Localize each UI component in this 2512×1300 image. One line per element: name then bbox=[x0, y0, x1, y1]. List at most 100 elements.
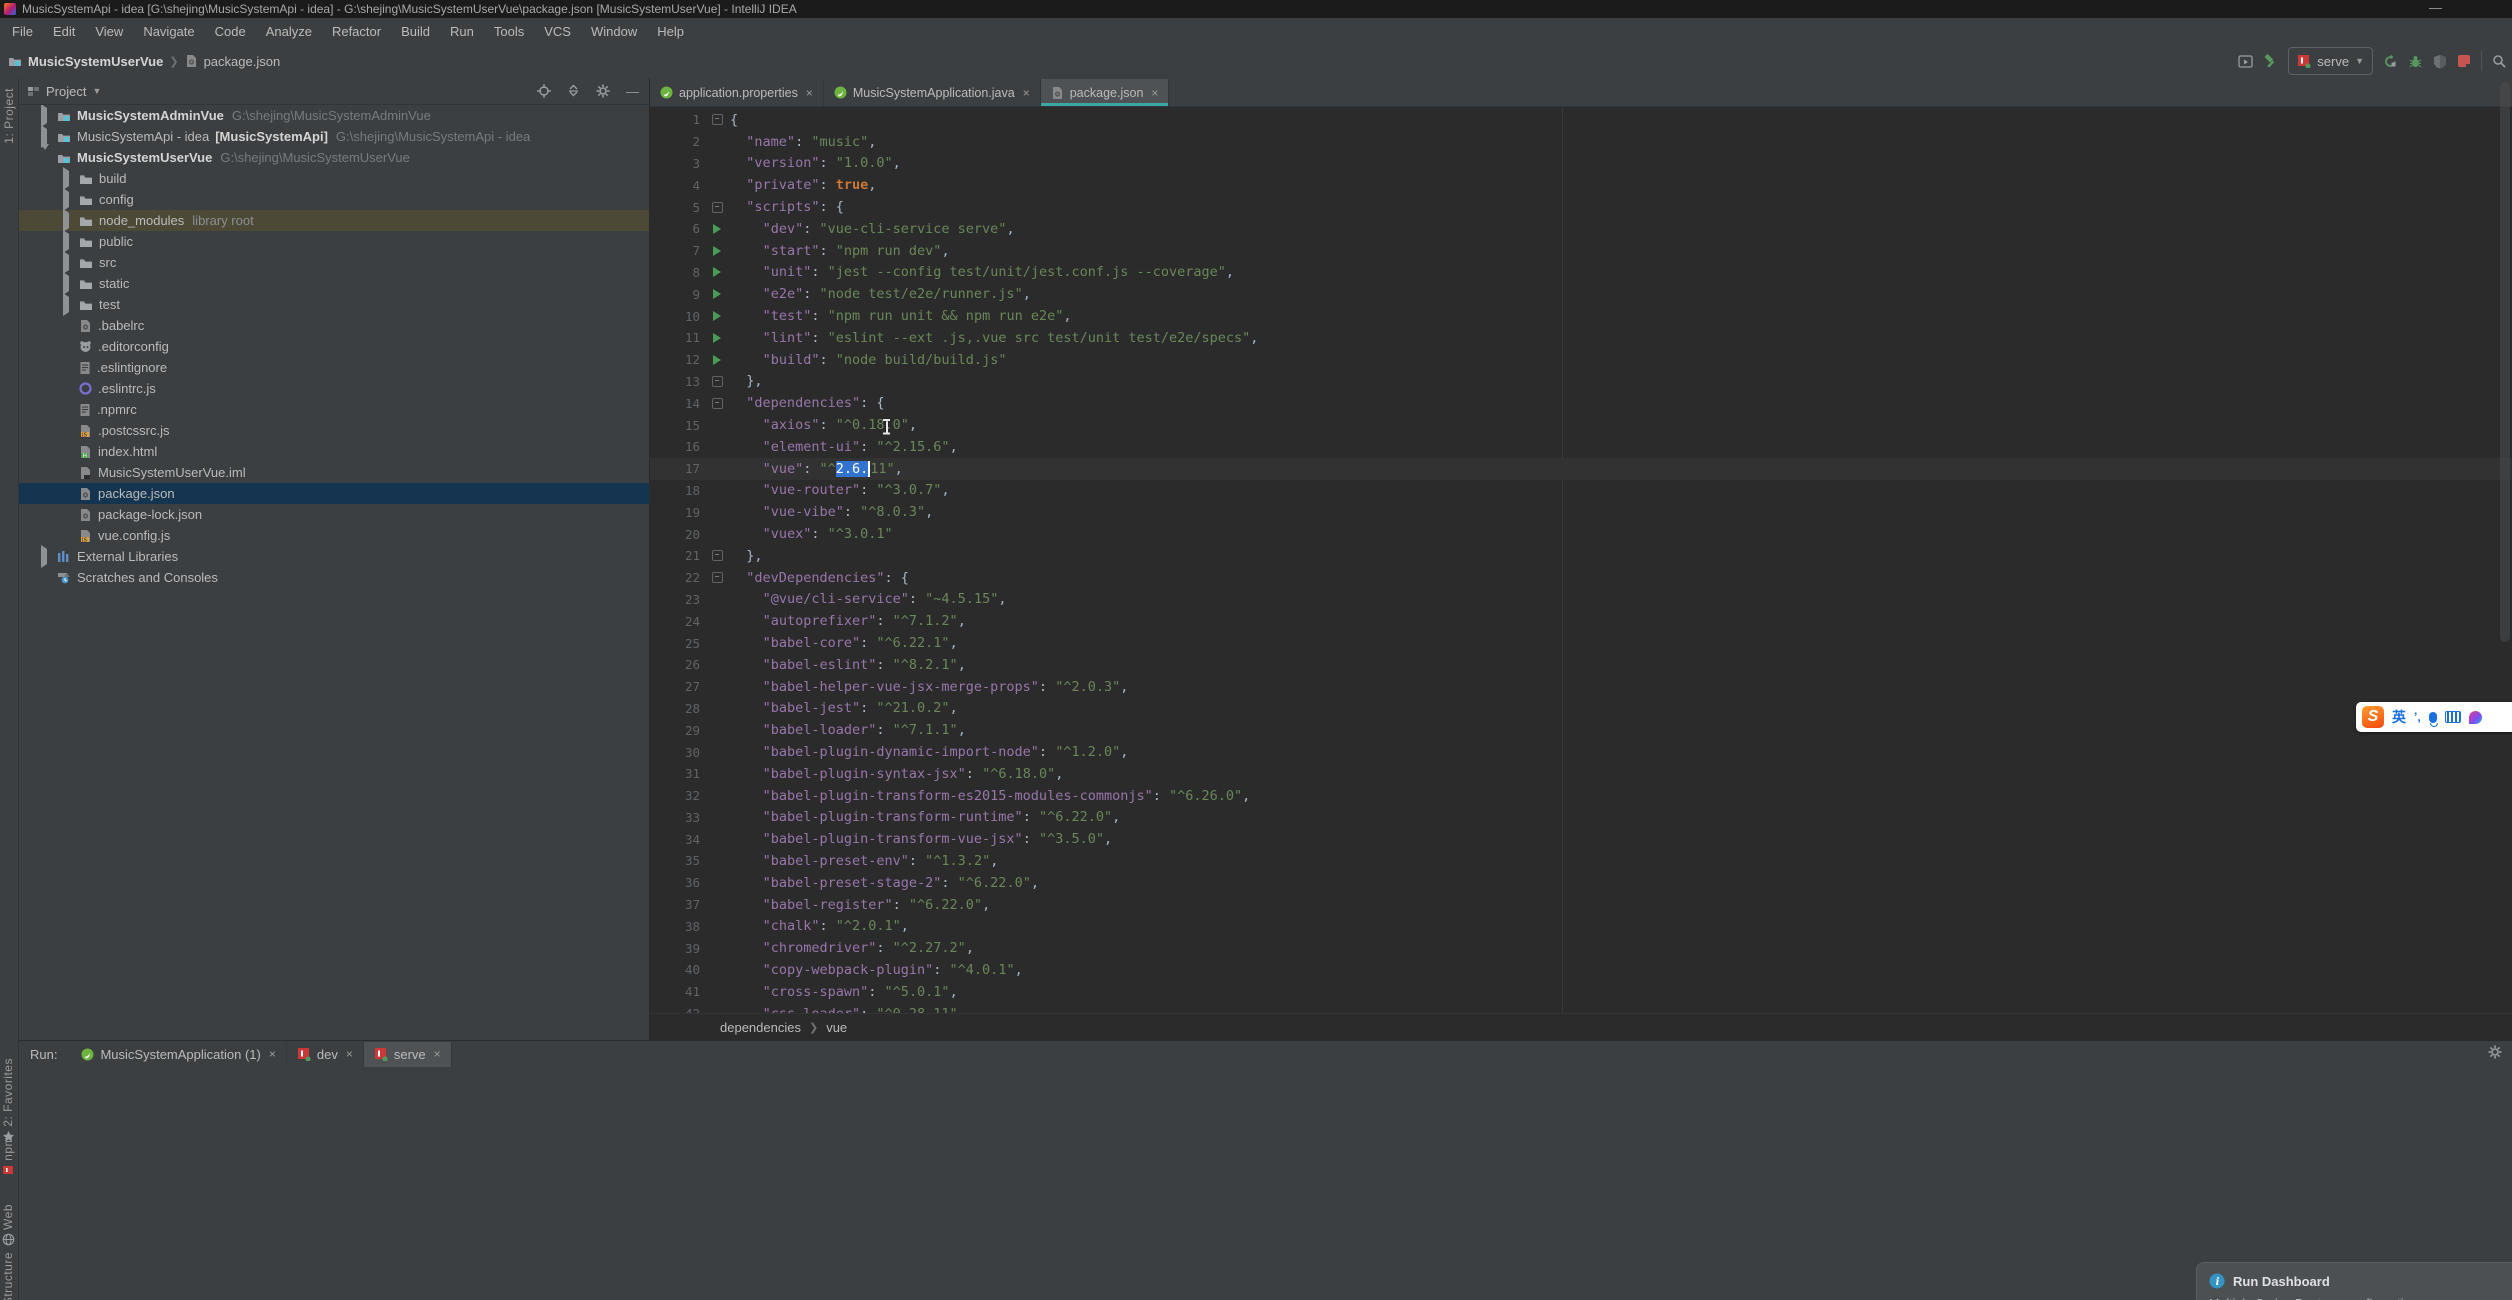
editor-tab-musicsystemapplication-java[interactable]: MusicSystemApplication.java× bbox=[824, 79, 1041, 106]
tree-item-.postcssrc.js[interactable]: JS.postcssrc.js bbox=[19, 420, 649, 441]
sogou-logo-icon[interactable]: S bbox=[2362, 706, 2384, 728]
code-line-36[interactable]: 36"babel-preset-stage-2": "^6.22.0", bbox=[650, 872, 2512, 894]
code-line-8[interactable]: 8"unit": "jest --config test/unit/jest.c… bbox=[650, 262, 2512, 284]
fold-icon[interactable]: − bbox=[704, 398, 730, 409]
profiler-button[interactable] bbox=[2457, 54, 2471, 68]
tree-item-scratches-and-consoles[interactable]: Scratches and Consoles bbox=[19, 567, 649, 588]
tree-item-.babelrc[interactable]: .babelrc bbox=[19, 315, 649, 336]
code-line-41[interactable]: 41"cross-spawn": "^5.0.1", bbox=[650, 981, 2512, 1003]
expand-arrow-icon[interactable] bbox=[41, 108, 51, 123]
code-line-4[interactable]: 4"private": true, bbox=[650, 174, 2512, 196]
code-line-35[interactable]: 35"babel-preset-env": "^1.3.2", bbox=[650, 850, 2512, 872]
code-line-29[interactable]: 29"babel-loader": "^7.1.1", bbox=[650, 719, 2512, 741]
code-line-9[interactable]: 9"e2e": "node test/e2e/runner.js", bbox=[650, 283, 2512, 305]
hide-tool-window-icon[interactable]: — bbox=[626, 84, 639, 99]
keyboard-icon[interactable] bbox=[2445, 711, 2461, 723]
code-line-11[interactable]: 11"lint": "eslint --ext .js,.vue src tes… bbox=[650, 327, 2512, 349]
close-icon[interactable]: × bbox=[346, 1047, 353, 1061]
code-line-28[interactable]: 28"babel-jest": "^21.0.2", bbox=[650, 698, 2512, 720]
code-line-21[interactable]: 21−}, bbox=[650, 545, 2512, 567]
tree-item-test[interactable]: test bbox=[19, 294, 649, 315]
code-line-31[interactable]: 31"babel-plugin-syntax-jsx": "^6.18.0", bbox=[650, 763, 2512, 785]
close-icon[interactable]: × bbox=[1023, 86, 1030, 100]
code-line-32[interactable]: 32"babel-plugin-transform-es2015-modules… bbox=[650, 785, 2512, 807]
expand-arrow-icon[interactable] bbox=[63, 297, 73, 312]
tree-item-package-lock.json[interactable]: package-lock.json bbox=[19, 504, 649, 525]
tree-item-musicsystemadminvue[interactable]: MusicSystemAdminVueG:\shejing\MusicSyste… bbox=[19, 105, 649, 126]
close-icon[interactable]: × bbox=[806, 86, 813, 100]
tree-item-package.json[interactable]: package.json bbox=[19, 483, 649, 504]
close-icon[interactable]: × bbox=[1151, 86, 1158, 100]
close-icon[interactable]: × bbox=[434, 1047, 441, 1061]
run-anything-icon[interactable] bbox=[2238, 55, 2253, 68]
tree-item-static[interactable]: static bbox=[19, 273, 649, 294]
menu-code[interactable]: Code bbox=[205, 18, 256, 44]
code-line-2[interactable]: 2"name": "music", bbox=[650, 131, 2512, 153]
code-line-6[interactable]: 6"dev": "vue-cli-service serve", bbox=[650, 218, 2512, 240]
expand-arrow-icon[interactable] bbox=[41, 129, 51, 144]
ime-punctuation-icon[interactable]: ’, bbox=[2414, 710, 2421, 724]
menu-navigate[interactable]: Navigate bbox=[133, 18, 204, 44]
fold-icon[interactable]: − bbox=[704, 202, 730, 213]
menu-run[interactable]: Run bbox=[440, 18, 484, 44]
fold-icon[interactable]: − bbox=[704, 572, 730, 583]
run-tab-serve[interactable]: serve× bbox=[364, 1042, 452, 1067]
code-line-22[interactable]: 22−"devDependencies": { bbox=[650, 567, 2512, 589]
expand-arrow-icon[interactable] bbox=[63, 255, 73, 270]
code-line-15[interactable]: 15"axios": "^0.18.0", bbox=[650, 414, 2512, 436]
code-line-3[interactable]: 3"version": "1.0.0", bbox=[650, 153, 2512, 175]
run-tab-dev[interactable]: dev× bbox=[287, 1042, 364, 1067]
ime-language-mode[interactable]: 英 bbox=[2392, 707, 2406, 727]
settings-gear-icon[interactable] bbox=[2488, 1045, 2502, 1059]
code-line-20[interactable]: 20"vuex": "^3.0.1" bbox=[650, 523, 2512, 545]
minimize-icon[interactable]: — bbox=[2429, 0, 2442, 15]
project-view-title[interactable]: Project bbox=[46, 84, 86, 99]
code-line-38[interactable]: 38"chalk": "^2.0.1", bbox=[650, 915, 2512, 937]
code-line-1[interactable]: 1−{ bbox=[650, 109, 2512, 131]
tree-item-index.html[interactable]: Hindex.html bbox=[19, 441, 649, 462]
tool-window-button-2-favorites[interactable]: 2: Favorites bbox=[1, 1058, 15, 1143]
search-everywhere-icon[interactable] bbox=[2492, 54, 2506, 68]
run-script-icon[interactable] bbox=[704, 289, 730, 299]
code-line-24[interactable]: 24"autoprefixer": "^7.1.2", bbox=[650, 610, 2512, 632]
tree-item-build[interactable]: build bbox=[19, 168, 649, 189]
tree-item-musicsystemuservue[interactable]: MusicSystemUserVueG:\shejing\MusicSystem… bbox=[19, 147, 649, 168]
tree-item-public[interactable]: public bbox=[19, 231, 649, 252]
breadcrumb-dependencies[interactable]: dependencies bbox=[720, 1020, 801, 1035]
editor-tab-application-properties[interactable]: application.properties× bbox=[650, 79, 824, 106]
run-script-icon[interactable] bbox=[704, 224, 730, 234]
menu-view[interactable]: View bbox=[85, 18, 133, 44]
tree-item-vue.config.js[interactable]: JSvue.config.js bbox=[19, 525, 649, 546]
menu-window[interactable]: Window bbox=[581, 18, 647, 44]
code-editor[interactable]: 1−{2"name": "music",3"version": "1.0.0",… bbox=[650, 107, 2512, 1014]
breadcrumb-vue[interactable]: vue bbox=[826, 1020, 847, 1035]
tree-item-musicsystemuservue.iml[interactable]: MusicSystemUserVue.iml bbox=[19, 462, 649, 483]
run-dashboard-notification[interactable]: i Run Dashboard Multiple Spring Boot run… bbox=[2196, 1262, 2512, 1300]
fold-icon[interactable]: − bbox=[704, 376, 730, 387]
chevron-down-icon[interactable]: ▼ bbox=[92, 86, 101, 96]
coverage-button[interactable] bbox=[2433, 54, 2447, 69]
expand-arrow-icon[interactable] bbox=[41, 549, 51, 564]
code-line-25[interactable]: 25"babel-core": "^6.22.1", bbox=[650, 632, 2512, 654]
run-tab-musicsystemapplication-1-[interactable]: MusicSystemApplication (1)× bbox=[71, 1042, 286, 1067]
tree-item-node-modules[interactable]: node_moduleslibrary root bbox=[19, 210, 649, 231]
menu-refactor[interactable]: Refactor bbox=[322, 18, 391, 44]
collapse-all-icon[interactable] bbox=[567, 84, 580, 98]
tree-item-.npmrc[interactable]: .npmrc bbox=[19, 399, 649, 420]
menu-edit[interactable]: Edit bbox=[43, 18, 85, 44]
code-line-39[interactable]: 39"chromedriver": "^2.27.2", bbox=[650, 937, 2512, 959]
tree-item-src[interactable]: src bbox=[19, 252, 649, 273]
editor-tab-package-json[interactable]: package.json× bbox=[1041, 79, 1170, 106]
run-button[interactable] bbox=[2383, 54, 2398, 69]
code-line-18[interactable]: 18"vue-router": "^3.0.7", bbox=[650, 480, 2512, 502]
tree-item-external-libraries[interactable]: External Libraries bbox=[19, 546, 649, 567]
code-line-34[interactable]: 34"babel-plugin-transform-vue-jsx": "^3.… bbox=[650, 828, 2512, 850]
expand-arrow-icon[interactable] bbox=[63, 276, 73, 291]
expand-arrow-icon[interactable] bbox=[63, 213, 73, 228]
tool-window-button-npm[interactable]: npm bbox=[1, 1136, 15, 1176]
expand-arrow-icon[interactable] bbox=[41, 150, 51, 165]
tree-item-musicsystemapi---idea[interactable]: MusicSystemApi - idea[MusicSystemApi]G:\… bbox=[19, 126, 649, 147]
tool-window-button-structure[interactable]: Structure bbox=[1, 1252, 15, 1300]
code-line-33[interactable]: 33"babel-plugin-transform-runtime": "^6.… bbox=[650, 807, 2512, 829]
menu-file[interactable]: File bbox=[2, 18, 43, 44]
